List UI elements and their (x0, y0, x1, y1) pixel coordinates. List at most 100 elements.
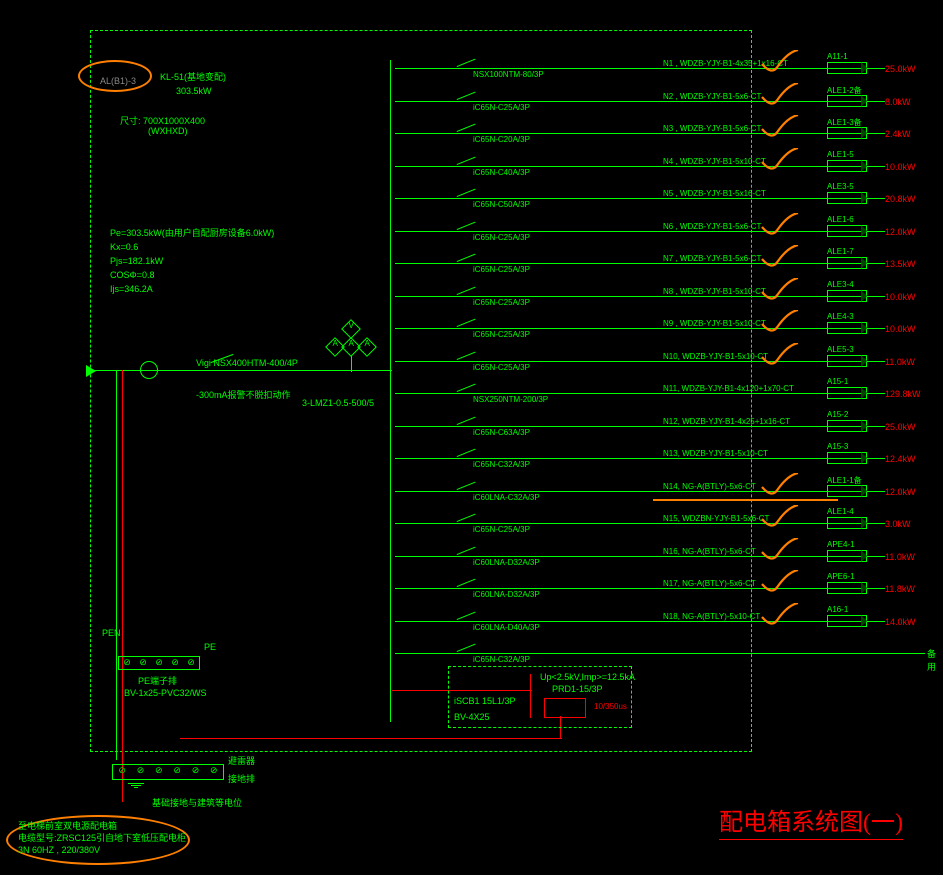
branch-line (395, 328, 885, 329)
breaker-label: iC65N-C25A/3P (473, 363, 530, 372)
cable-label: N9 , WDZB-YJY-B1-5x10-CT (663, 319, 766, 328)
annotation-check-icon (760, 538, 800, 564)
breaker-label: iC65N-C25A/3P (473, 330, 530, 339)
annotation-check-icon (760, 570, 800, 596)
branch-row: iC65N-C63A/3P N12, WDZB-YJY-B1-4x25+1x16… (395, 416, 935, 449)
destination-box-icon (827, 387, 867, 399)
destination-box-icon (827, 355, 867, 367)
cable-label: N17, NG-A(BTLY)-5x6-CT (663, 579, 756, 588)
destination-box-icon (827, 290, 867, 302)
branch-line (395, 393, 885, 394)
load-label: 11.0kW (885, 357, 915, 367)
breaker-symbol-icon (457, 154, 479, 166)
load-label: 25.0kW (885, 64, 916, 74)
destination-box-icon (827, 225, 867, 237)
branch-row: iC65N-C50A/3P N5 , WDZB-YJY-B1-5x16-CT A… (395, 188, 935, 221)
spare-label: 备用 (927, 647, 936, 673)
branch-line (395, 523, 885, 524)
pen-label: PEN (102, 628, 121, 638)
load-label: 25.0kW (885, 422, 916, 432)
pe-bar-label: PE端子排 (138, 674, 177, 687)
cable-label: N18, NG-A(BTLY)-5x10-CT (663, 612, 760, 621)
branch-row: iC60LNA-D32A/3P N17, NG-A(BTLY)-5x6-CT A… (395, 578, 935, 611)
branch-row: iC65N-C20A/3P N3 , WDZB-YJY-B1-5x6-CT AL… (395, 123, 935, 156)
destination-box-icon (827, 420, 867, 432)
breaker-label: iC65N-C25A/3P (473, 265, 530, 274)
annotation-underline (653, 499, 838, 501)
load-label: 10.0kW (885, 162, 916, 172)
breaker-symbol-icon (457, 479, 479, 491)
breaker-label: iC65N-C32A/3P (473, 460, 530, 469)
load-label: 12.0kW (885, 227, 916, 237)
load-label: 10.0kW (885, 324, 916, 334)
load-label: 8.0kW (885, 97, 911, 107)
breaker-label: iC65N-C25A/3P (473, 233, 530, 242)
breaker-label: NSX250NTM-200/3P (473, 395, 548, 404)
annotation-check-icon (760, 310, 800, 336)
branch-line (395, 133, 885, 134)
branch-row: iC60LNA-D40A/3P N18, NG-A(BTLY)-5x10-CT … (395, 611, 935, 644)
annotation-check-icon (760, 148, 800, 174)
breaker-label: iC60LNA-D32A/3P (473, 590, 540, 599)
branch-line (395, 361, 885, 362)
breaker-symbol-icon (457, 284, 479, 296)
panel-total-load: 303.5kW (176, 86, 212, 96)
load-label: 12.0kW (885, 487, 916, 497)
branch-line (395, 588, 885, 589)
pe-cable-label: BV-1x25-PVC32/WS (124, 688, 207, 698)
breaker-symbol-icon (457, 316, 479, 328)
destination-label: ALE4-3 (827, 312, 854, 321)
load-label: 20.8kW (885, 194, 916, 204)
destination-label: ALE1-7 (827, 247, 854, 256)
breaker-symbol-icon (457, 121, 479, 133)
breaker-label: iC65N-C32A/3P (473, 655, 530, 664)
cable-label: N8 , WDZB-YJY-B1-5x10-CT (663, 287, 766, 296)
branch-row: iC65N-C25A/3P N6 , WDZB-YJY-B1-5x6-CT AL… (395, 221, 935, 254)
breaker-label: iC60LNA-D40A/3P (473, 623, 540, 632)
destination-label: ALE1-1备 (827, 475, 862, 486)
cable-label: N5 , WDZB-YJY-B1-5x16-CT (663, 189, 766, 198)
destination-label: A15-2 (827, 410, 848, 419)
branch-row: iC65N-C25A/3P N8 , WDZB-YJY-B1-5x10-CT A… (395, 286, 935, 319)
branch-line (395, 198, 885, 199)
load-label: 13.5kW (885, 259, 916, 269)
ground-symbol-icon (128, 782, 144, 789)
breaker-label: iC65N-C50A/3P (473, 200, 530, 209)
breaker-symbol-icon (457, 381, 479, 393)
cable-label: N4 , WDZB-YJY-B1-5x10-CT (663, 157, 766, 166)
destination-box-icon (827, 485, 867, 497)
destination-label: ALE1-3备 (827, 117, 862, 128)
breaker-symbol-icon (457, 186, 479, 198)
branch-row: iC60LNA-C32A/3P N14, NG-A(BTLY)-5x6-CT A… (395, 481, 935, 514)
annotation-check-icon (760, 213, 800, 239)
breaker-label: iC65N-C63A/3P (473, 428, 530, 437)
annotation-check-icon (760, 278, 800, 304)
destination-box-icon (827, 62, 867, 74)
destination-label: A11-1 (827, 52, 848, 61)
destination-box-icon (827, 127, 867, 139)
panel-params: Pe=303.5kW(由用户自配厨房设备6.0kW) Kx=0.6 Pjs=18… (110, 226, 274, 296)
breaker-symbol-icon (457, 251, 479, 263)
drawing-title: 配电箱系统图(一) (719, 802, 903, 840)
breaker-symbol-icon (457, 349, 479, 361)
load-label: 10.0kW (885, 292, 916, 302)
destination-label: ALE1-4 (827, 507, 854, 516)
destination-label: A15-1 (827, 377, 848, 386)
destination-label: ALE3-4 (827, 280, 854, 289)
destination-box-icon (827, 615, 867, 627)
branch-row: NSX250NTM-200/3P N11, WDZB-YJY-B1-4x120+… (395, 383, 935, 416)
destination-box-icon (827, 160, 867, 172)
destination-label: A15-3 (827, 442, 848, 451)
cable-label: N11, WDZB-YJY-B1-4x120+1x70-CT (663, 384, 794, 393)
destination-box-icon (827, 257, 867, 269)
breaker-symbol-icon (457, 446, 479, 458)
breaker-symbol-icon (457, 414, 479, 426)
branch-line (395, 653, 925, 654)
load-label: 2.4kW (885, 129, 911, 139)
cable-label: N14, NG-A(BTLY)-5x6-CT (663, 482, 756, 491)
pen-drop-line (116, 370, 117, 760)
branch-line (395, 458, 885, 459)
breaker-label: iC65N-C40A/3P (473, 168, 530, 177)
branch-list: NSX100NTM-80/3P N1 , WDZB-YJY-B1-4x35+1x… (395, 58, 935, 676)
load-label: 3.0kW (885, 519, 911, 529)
